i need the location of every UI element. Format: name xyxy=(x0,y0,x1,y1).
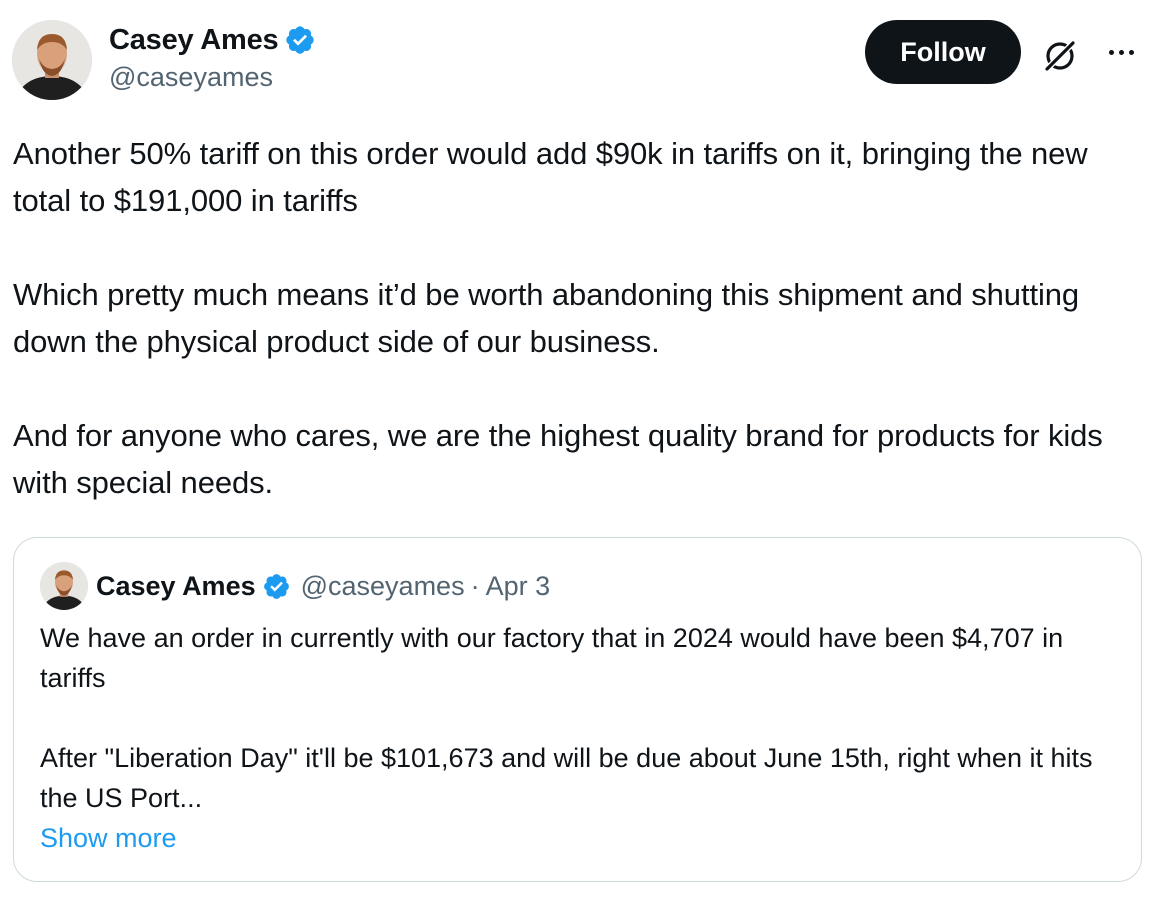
quoted-tweet-card[interactable]: Casey Ames @caseyames · Apr 3 We have an… xyxy=(13,537,1142,882)
quoted-tweet-text: We have an order in currently with our f… xyxy=(40,618,1120,858)
tweet-text: Another 50% tariff on this order would a… xyxy=(13,130,1153,506)
quoted-tweet-date: Apr 3 xyxy=(485,570,551,601)
show-more-link[interactable]: Show more xyxy=(40,818,1120,858)
tweet-paragraph: Another 50% tariff on this order would a… xyxy=(13,136,1088,218)
grok-icon[interactable] xyxy=(1040,36,1080,76)
tweet: Casey Ames @caseyames Follow Another 50%… xyxy=(0,0,1172,914)
author-display-name[interactable]: Casey Ames xyxy=(109,24,279,57)
tweet-paragraph: And for anyone who cares, we are the hig… xyxy=(13,418,1103,500)
author-name-row: Casey Ames xyxy=(109,22,316,58)
avatar-image xyxy=(40,562,88,610)
quoted-paragraph: After "Liberation Day" it'll be $101,673… xyxy=(40,743,1093,813)
tweet-paragraph: Which pretty much means it’d be worth ab… xyxy=(13,277,1080,359)
quoted-tweet-header: Casey Ames @caseyames · Apr 3 xyxy=(96,568,550,604)
verified-badge-icon xyxy=(263,573,289,599)
quoted-paragraph: We have an order in currently with our f… xyxy=(40,623,1064,693)
quoted-author-name: Casey Ames xyxy=(96,570,256,601)
author-avatar[interactable] xyxy=(12,20,92,100)
verified-badge-icon[interactable] xyxy=(284,24,316,56)
follow-button[interactable]: Follow xyxy=(865,20,1021,84)
separator-dot: · xyxy=(470,570,480,601)
more-options-icon[interactable] xyxy=(1098,36,1144,68)
quoted-author-avatar xyxy=(40,562,88,610)
avatar-image xyxy=(12,20,92,100)
author-handle[interactable]: @caseyames xyxy=(109,62,273,93)
quoted-author-handle: @caseyames xyxy=(300,570,465,601)
